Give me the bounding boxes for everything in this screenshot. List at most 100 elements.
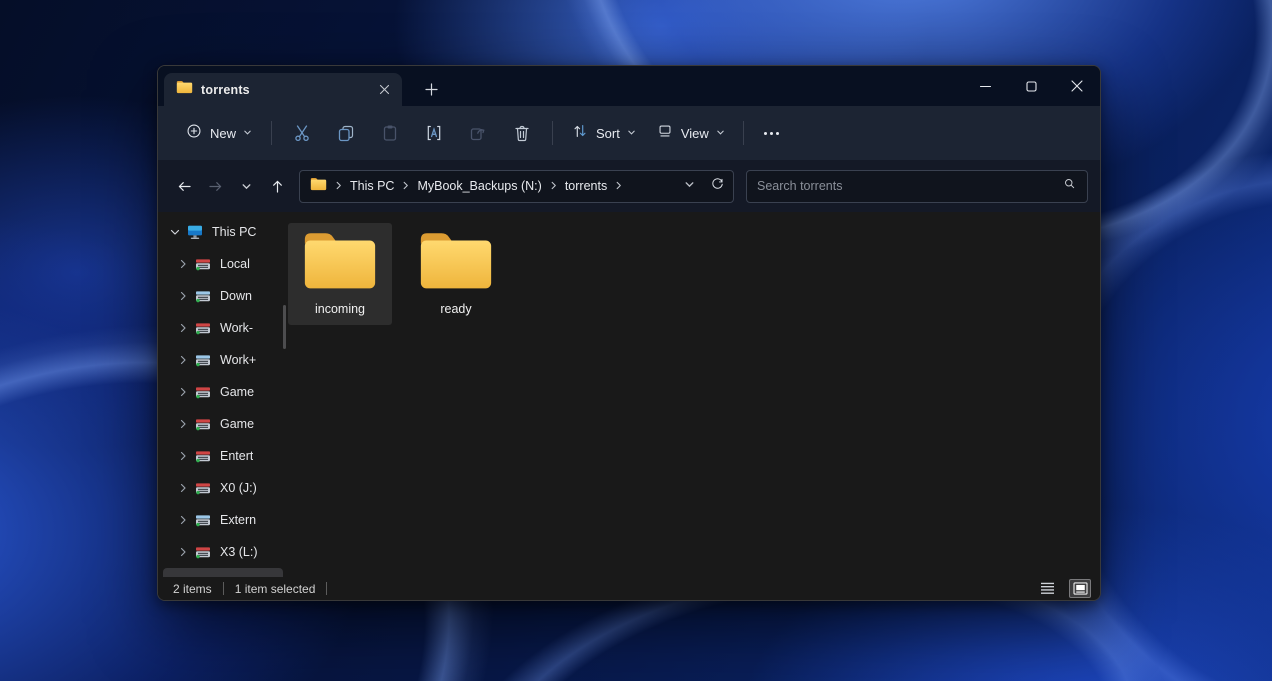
forward-button — [201, 171, 230, 201]
drive-icon — [193, 287, 213, 305]
status-divider — [222, 582, 224, 595]
breadcrumb-segment[interactable]: torrents — [565, 179, 607, 193]
chevron-icon[interactable] — [176, 515, 190, 525]
chevron-icon[interactable] — [176, 451, 190, 461]
new-button[interactable]: New — [174, 115, 263, 152]
chevron-icon[interactable] — [176, 291, 190, 301]
scissors-icon — [295, 125, 309, 142]
sidebar-item-work-[interactable]: Work- — [163, 312, 283, 344]
drive-icon — [193, 255, 213, 273]
arrow-right-icon — [209, 181, 222, 191]
share-icon — [470, 128, 485, 141]
chevron-icon[interactable] — [168, 227, 182, 237]
drive-icon — [193, 351, 213, 369]
sidebar-item-down[interactable]: Down — [163, 280, 283, 312]
file-list-area[interactable]: incoming ready — [288, 212, 1100, 577]
tab-title: torrents — [201, 82, 250, 97]
new-button-label: New — [210, 125, 237, 141]
view-button[interactable]: View — [646, 115, 735, 152]
chevron-right-icon[interactable] — [549, 177, 558, 195]
navigation-pane: This PC Local Down Work- Work+ Game Game… — [158, 212, 288, 577]
close-button[interactable] — [1054, 66, 1100, 106]
search-icon[interactable] — [1062, 176, 1077, 196]
chevron-icon[interactable] — [176, 419, 190, 429]
title-bar[interactable]: torrents — [158, 66, 1100, 106]
address-dropdown-icon[interactable] — [684, 177, 695, 195]
content-area: This PC Local Down Work- Work+ Game Game… — [158, 212, 1100, 577]
sidebar-item-local[interactable]: Local — [163, 248, 283, 280]
back-button[interactable] — [170, 171, 199, 201]
see-more-button[interactable] — [752, 125, 791, 142]
cut-button[interactable] — [280, 115, 324, 151]
chevron-icon[interactable] — [176, 387, 190, 397]
sidebar-item-extern[interactable]: Extern — [163, 504, 283, 536]
arrow-left-icon — [178, 181, 191, 191]
breadcrumb-segment[interactable]: This PC — [350, 179, 394, 193]
delete-button[interactable] — [500, 115, 544, 151]
toolbar-divider — [552, 121, 554, 145]
chevron-icon[interactable] — [176, 323, 190, 333]
drive-icon — [193, 511, 213, 529]
tab-torrents[interactable]: torrents — [164, 73, 402, 106]
folder-icon — [417, 229, 495, 297]
file-explorer-window: torrents New Sort View This PC MyBook_Ba… — [157, 65, 1101, 601]
search-box[interactable] — [746, 169, 1088, 203]
chevron-icon[interactable] — [176, 259, 190, 269]
sidebar-item-x3-l-[interactable]: X3 (L:) — [163, 536, 283, 568]
details-view-button[interactable] — [1036, 579, 1058, 598]
toolbar-divider — [742, 121, 744, 145]
chevron-right-icon — [334, 177, 343, 195]
refresh-icon[interactable] — [710, 176, 725, 196]
drive-icon — [193, 447, 213, 465]
folder-icon — [310, 177, 327, 196]
desktop-wallpaper: torrents New Sort View This PC MyBook_Ba… — [0, 0, 1272, 681]
search-input[interactable] — [757, 179, 1062, 193]
circle-plus-icon — [185, 122, 203, 145]
sidebar-item-this-pc[interactable]: This PC — [163, 216, 283, 248]
up-button[interactable] — [263, 171, 292, 201]
tab-close-icon[interactable] — [374, 80, 394, 100]
breadcrumb: This PC MyBook_Backups (N:) torrents — [334, 177, 623, 195]
file-tile-ready[interactable]: ready — [404, 223, 508, 325]
folder-icon — [176, 80, 193, 99]
chevron-down-icon — [627, 124, 636, 142]
address-bar[interactable]: This PC MyBook_Backups (N:) torrents — [299, 169, 734, 203]
maximize-button[interactable] — [1008, 66, 1054, 106]
share-button — [456, 115, 500, 151]
drive-icon — [193, 319, 213, 337]
toolbar-divider — [271, 121, 273, 145]
view-layout-icon — [656, 122, 674, 145]
sidebar-item-x0-j-[interactable]: X0 (J:) — [163, 472, 283, 504]
sidebar-item-entert[interactable]: Entert — [163, 440, 283, 472]
address-row: This PC MyBook_Backups (N:) torrents — [158, 160, 1100, 212]
clipboard-icon — [383, 125, 397, 141]
sidebar-item-game[interactable]: Game — [163, 376, 283, 408]
sidebar-item-game[interactable]: Game — [163, 408, 283, 440]
large-icons-view-button[interactable] — [1069, 579, 1091, 598]
minimize-button[interactable] — [962, 66, 1008, 106]
rename-button[interactable] — [412, 115, 456, 151]
new-tab-button[interactable] — [416, 74, 446, 104]
chevron-right-icon[interactable] — [401, 177, 410, 195]
ellipsis-icon — [763, 131, 767, 135]
file-tile-incoming[interactable]: incoming — [288, 223, 392, 325]
status-divider — [326, 582, 328, 595]
sidebar-item-work-[interactable]: Work+ — [163, 344, 283, 376]
sidebar-item-drive[interactable] — [163, 568, 283, 577]
command-bar: New Sort View — [158, 106, 1100, 160]
sort-button[interactable]: Sort — [561, 115, 646, 152]
breadcrumb-segment[interactable]: MyBook_Backups (N:) — [417, 179, 541, 193]
sort-button-label: Sort — [596, 125, 620, 141]
selection-count: 1 item selected — [234, 581, 316, 596]
chevron-icon[interactable] — [176, 547, 190, 557]
paste-button — [368, 115, 412, 151]
copy-button[interactable] — [324, 115, 368, 151]
sidebar-scrollbar[interactable] — [283, 305, 286, 349]
chevron-right-icon[interactable] — [614, 177, 623, 195]
chevron-icon[interactable] — [176, 483, 190, 493]
chevron-down-icon — [716, 124, 725, 142]
thumbnail-view-icon — [1072, 582, 1088, 595]
chevron-icon[interactable] — [176, 355, 190, 365]
trash-icon — [515, 125, 529, 142]
recent-locations-button[interactable] — [232, 171, 261, 201]
